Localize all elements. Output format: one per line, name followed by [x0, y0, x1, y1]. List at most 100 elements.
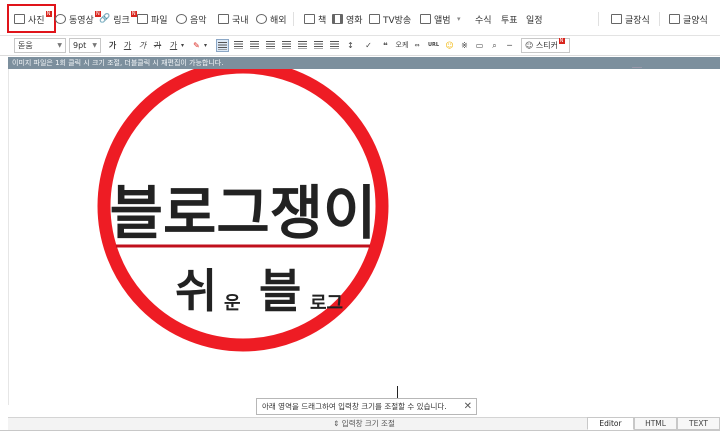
resize-hint-tooltip: 아래 영역을 드래그하여 입력창 크기를 조절할 수 있습니다. ✕ — [256, 398, 477, 415]
numbered-list-button[interactable] — [280, 39, 293, 52]
quote-button[interactable]: ❝ — [379, 39, 392, 52]
editor-area[interactable]: 블로그쟁이 쉬 운 블 로그 — [8, 60, 720, 405]
album-button[interactable]: 앨범 — [420, 11, 451, 27]
indent-button[interactable] — [328, 39, 341, 52]
table-icon: ▭ — [475, 41, 484, 50]
quote-style-label: 글장식 — [625, 15, 650, 26]
text-style-label: 글양식 — [683, 15, 708, 26]
music-button[interactable]: 음악 — [176, 11, 207, 27]
spacing-button[interactable]: ⇔ — [411, 39, 423, 52]
sticker-label: 스티커 — [535, 41, 558, 50]
chevron-down-icon: ▾ — [457, 15, 461, 23]
format-toolbar: 돋움 ▼ 9pt ▼ 가 가 가 가 가 ▾ ✎ ▾ ↕ ✓ ❝ 오케 ⇔ UR… — [0, 36, 720, 56]
outdent-icon — [314, 41, 323, 49]
search-button[interactable]: ⌕ — [488, 39, 501, 52]
book-icon — [304, 14, 315, 24]
table-button[interactable]: ▭ — [473, 39, 486, 52]
spacing-icon: ⇔ — [414, 42, 420, 49]
image-small-char-b: 로그 — [310, 293, 343, 314]
outdent-button[interactable] — [312, 39, 325, 52]
map-icon — [218, 14, 229, 24]
align-justify-icon — [266, 41, 275, 49]
formula-label: 수식 — [475, 15, 492, 26]
more-dropdown[interactable]: ▾ — [457, 11, 461, 27]
overseas-label: 해외 — [270, 15, 287, 26]
film-icon — [332, 14, 343, 24]
quote-style-button[interactable]: 글장식 — [611, 11, 650, 27]
blog-image[interactable]: 블로그쟁이 쉬 운 블 로그 — [9, 60, 720, 405]
file-icon — [137, 14, 148, 24]
highlight-color-dropdown[interactable]: ▾ — [202, 39, 209, 52]
spellcheck-icon: ✓ — [365, 41, 372, 50]
domestic-map-button[interactable]: 국내 — [218, 11, 249, 27]
globe-icon — [256, 14, 267, 24]
new-badge: N — [558, 38, 565, 44]
file-button[interactable]: 파일 — [137, 11, 168, 27]
bullet-list-icon — [298, 41, 307, 49]
align-right-button[interactable] — [248, 39, 261, 52]
bold-button[interactable]: 가 — [106, 39, 119, 52]
align-justify-button[interactable] — [264, 39, 277, 52]
close-icon[interactable]: ✕ — [464, 399, 472, 414]
italic-button[interactable]: 가 — [136, 39, 149, 52]
text-cursor — [397, 386, 398, 398]
formula-button[interactable]: 수식 — [475, 11, 492, 27]
toolbar-divider — [659, 12, 660, 26]
spellcheck-button[interactable]: ✓ — [362, 39, 375, 52]
image-small-char-a: 운 — [224, 293, 241, 314]
music-icon — [176, 14, 187, 24]
album-label: 앨범 — [434, 15, 451, 26]
video-button[interactable]: 동영상 N — [55, 11, 101, 27]
movie-button[interactable]: 영화 — [332, 11, 363, 27]
text-style-icon — [669, 14, 680, 24]
link-icon: 🔗 — [99, 14, 111, 24]
photo-label: 사진 — [28, 15, 45, 26]
asterisk-icon: ※ — [461, 41, 468, 50]
font-color-dropdown[interactable]: ▾ — [179, 39, 186, 52]
insert-toolbar: 사진 N 동영상 N 🔗 링크 N 파일 음악 국내 해외 책 영화 TV방송 — [0, 0, 720, 36]
align-left-button[interactable] — [216, 39, 229, 52]
chevron-down-icon: ▾ — [203, 42, 207, 49]
url-button[interactable]: URL — [427, 39, 440, 52]
line-height-button[interactable]: ↕ — [344, 39, 357, 52]
tv-label: TV방송 — [383, 15, 412, 26]
resize-hint-text: 아래 영역을 드래그하여 입력창 크기를 조절할 수 있습니다. — [262, 402, 447, 411]
video-icon — [55, 14, 66, 24]
tv-button[interactable]: TV방송 — [369, 11, 411, 27]
ok-button[interactable]: 오케 — [394, 39, 410, 52]
numbered-list-icon — [282, 41, 291, 49]
smiley-icon: ☺ — [445, 41, 454, 50]
sticker-icon: ☺ — [525, 41, 534, 50]
domestic-label: 국내 — [232, 15, 249, 26]
tab-text[interactable]: TEXT — [677, 417, 720, 430]
bottom-border — [0, 430, 720, 436]
strikethrough-button[interactable]: 가 — [151, 39, 164, 52]
underline-button[interactable]: 가 — [121, 39, 134, 52]
tab-html[interactable]: HTML — [634, 417, 677, 430]
vote-button[interactable]: 투표 — [501, 11, 518, 27]
search-icon: ⌕ — [492, 41, 497, 50]
link-button[interactable]: 🔗 링크 N — [99, 11, 137, 27]
emoticon-button[interactable]: ☺ — [443, 39, 456, 52]
text-style-button[interactable]: 글양식 — [669, 11, 708, 27]
overseas-map-button[interactable]: 해외 — [256, 11, 287, 27]
divider-button[interactable]: ─ — [503, 39, 516, 52]
tab-editor[interactable]: Editor — [587, 417, 634, 430]
font-size-select[interactable]: 9pt ▼ — [69, 38, 101, 53]
indent-icon — [330, 41, 339, 49]
font-family-select[interactable]: 돋움 ▼ — [14, 38, 66, 53]
sticker-button[interactable]: ☺ 스티커 N — [521, 38, 570, 53]
tv-icon — [369, 14, 380, 24]
bullet-list-button[interactable] — [296, 39, 309, 52]
font-family-value: 돋움 — [18, 41, 33, 50]
align-center-button[interactable] — [232, 39, 245, 52]
book-button[interactable]: 책 — [304, 11, 326, 27]
book-label: 책 — [318, 15, 327, 26]
photo-button[interactable]: 사진 N — [14, 11, 52, 27]
align-right-icon — [250, 41, 259, 49]
new-badge: N — [130, 11, 137, 17]
new-badge: N — [45, 11, 52, 17]
special-char-button[interactable]: ※ — [458, 39, 471, 52]
link-label: 링크 — [113, 15, 130, 26]
schedule-button[interactable]: 일정 — [526, 11, 543, 27]
